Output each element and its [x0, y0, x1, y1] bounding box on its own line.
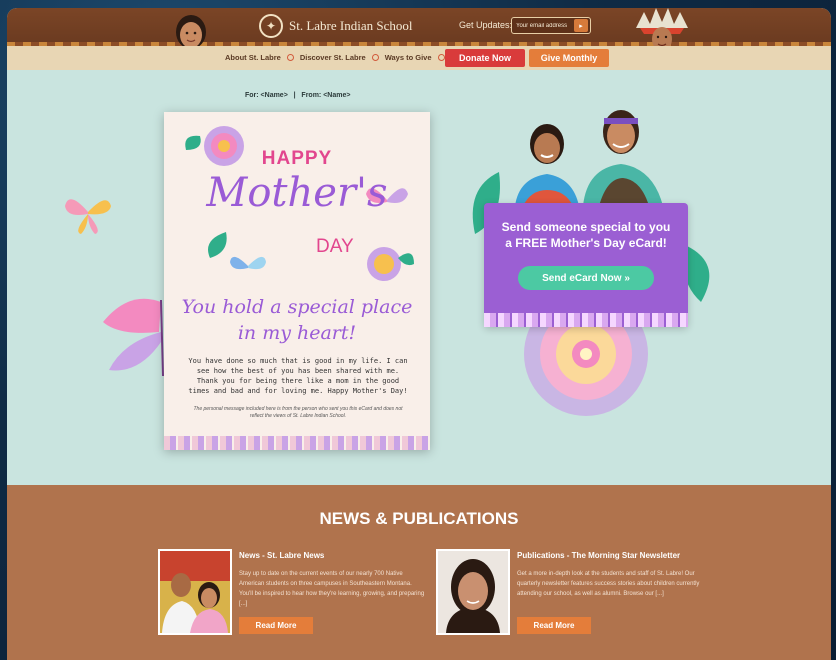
ecard-message: You have done so much that is good in my…	[188, 357, 408, 395]
day-text: DAY	[316, 236, 354, 257]
butterfly-icon	[65, 199, 111, 234]
news-item-heading[interactable]: Publications - The Morning Star Newslett…	[517, 551, 680, 560]
butterfly-icon	[103, 298, 164, 377]
site-header: ✦ St. Labre Indian School Get Updates: ▸	[7, 8, 831, 46]
headline-line-1: You hold a special place	[181, 296, 413, 318]
promo-line-2: a FREE Mother's Day eCard!	[505, 236, 667, 250]
from-to-line: For: <Name> | From: <Name>	[245, 92, 351, 99]
get-updates-label: Get Updates:	[459, 20, 513, 30]
news-item: Publications - The Morning Star Newslett…	[436, 549, 706, 649]
nav-item-discover[interactable]: Discover St. Labre	[300, 53, 366, 62]
webpage: ✦ St. Labre Indian School Get Updates: ▸	[7, 8, 831, 660]
special-place-headline: You hold a special place in my heart!	[164, 294, 430, 346]
nav-item-about[interactable]: About St. Labre	[225, 53, 281, 62]
news-thumbnail[interactable]	[436, 549, 510, 635]
news-item-description: Get a more in-depth look at the students…	[517, 571, 700, 597]
promo-text: Send someone special to you a FREE Mothe…	[484, 219, 688, 251]
read-more-button[interactable]: Read More	[239, 617, 313, 634]
read-more-button[interactable]: Read More	[517, 617, 591, 634]
paper-flower-icon	[367, 247, 414, 281]
news-item: News - St. Labre News Stay up to date on…	[158, 549, 428, 649]
email-submit-button[interactable]: ▸	[574, 19, 588, 32]
logo-emblem-icon: ✦	[259, 14, 283, 38]
students-photo	[515, 110, 663, 206]
news-item-description: Stay up to date on the current events of…	[239, 571, 425, 607]
promo-line-1: Send someone special to you	[501, 220, 671, 234]
card-pattern-border	[164, 436, 430, 450]
send-ecard-button[interactable]: Send eCard Now »	[518, 266, 654, 290]
happy-text: HAPPY	[261, 148, 333, 169]
news-section-title: NEWS & PUBLICATIONS	[319, 509, 519, 528]
leaf-icon	[684, 246, 710, 302]
email-input[interactable]	[512, 18, 574, 33]
paper-flower-icon	[524, 314, 648, 416]
headline-line-2: in my heart!	[237, 322, 357, 344]
ecard-promo-box: Send someone special to you a FREE Mothe…	[484, 203, 688, 327]
promo-pattern-border	[484, 313, 688, 327]
ecard-disclaimer: The personal message included here is fr…	[193, 406, 403, 419]
main-nav: About St. Labre Discover St. Labre Ways …	[7, 46, 831, 70]
news-publications-section: NEWS & PUBLICATIONS News - St. Labre New…	[7, 485, 831, 660]
donate-now-button[interactable]: Donate Now	[445, 49, 525, 67]
site-logo[interactable]: ✦ St. Labre Indian School	[259, 14, 412, 38]
news-item-heading[interactable]: News - St. Labre News	[239, 551, 324, 560]
ecard-preview: HAPPY Mother's DAY You hold a special pl…	[164, 112, 430, 450]
mothers-script-text: Mother's	[206, 170, 388, 216]
nav-item-ways-to-give[interactable]: Ways to Give	[385, 53, 432, 62]
nav-separator-icon	[437, 54, 445, 61]
butterfly-icon	[230, 256, 266, 270]
give-monthly-button[interactable]: Give Monthly	[529, 49, 609, 67]
news-thumbnail[interactable]	[158, 549, 232, 635]
nav-links: About St. Labre Discover St. Labre Ways …	[225, 53, 445, 62]
nav-separator-icon	[371, 54, 379, 61]
nav-separator-icon	[286, 54, 294, 61]
leaf-icon	[208, 232, 227, 258]
email-signup: ▸	[511, 17, 591, 34]
logo-text: St. Labre Indian School	[289, 18, 413, 33]
